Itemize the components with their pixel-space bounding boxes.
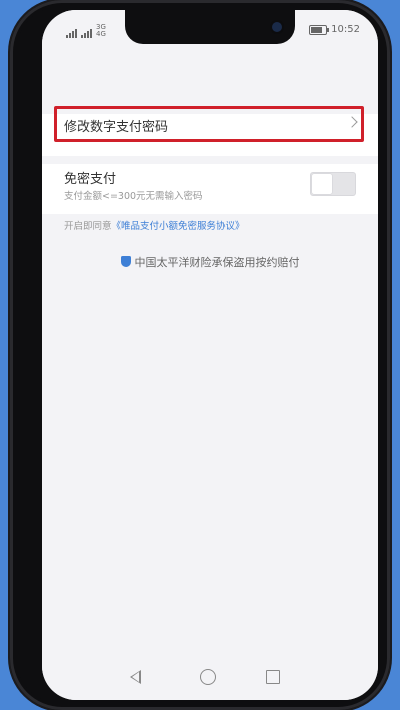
agreement-link[interactable]: 《唯品支付小额免密服务协议》 (112, 221, 245, 232)
home-icon[interactable] (200, 669, 216, 685)
phone-frame: 3G 4G 10:52 修改数字支付密码 免密支付 支付金额<=300元无需输入… (10, 0, 390, 710)
back-icon[interactable] (130, 670, 141, 684)
battery-icon (309, 24, 330, 35)
screen: 3G 4G 10:52 修改数字支付密码 免密支付 支付金额<=300元无需输入… (42, 10, 378, 700)
notch (125, 10, 295, 44)
change-pin-label: 修改数字支付密码 (64, 120, 169, 135)
insurer-text: 中国太平洋财险承保盗用按约赔付 (134, 256, 300, 269)
agreement-text: 开启即同意《唯品支付小额免密服务协议》 (64, 218, 245, 232)
network-type: 3G 4G (96, 24, 106, 38)
clock: 10:52 (331, 24, 360, 35)
shield-icon (120, 256, 131, 267)
signal-icon-2 (81, 28, 92, 38)
insurer-note: 中国太平洋财险承保盗用按约赔付 (42, 254, 378, 270)
signal-icon (66, 28, 77, 38)
agreement-prefix: 开启即同意 (64, 221, 112, 232)
navigation-bar (42, 656, 378, 700)
signal-area: 3G 4G (66, 24, 106, 38)
network-bottom: 4G (96, 30, 106, 38)
recents-icon[interactable] (266, 670, 280, 684)
top-bar (42, 50, 378, 90)
toggle-knob (312, 174, 332, 194)
status-right: 10:52 (309, 24, 360, 35)
camera-icon (272, 22, 282, 32)
free-pay-toggle[interactable] (310, 172, 356, 196)
free-pay-subtitle: 支付金额<=300元无需输入密码 (64, 191, 203, 202)
free-pay-title: 免密支付 (64, 172, 117, 187)
